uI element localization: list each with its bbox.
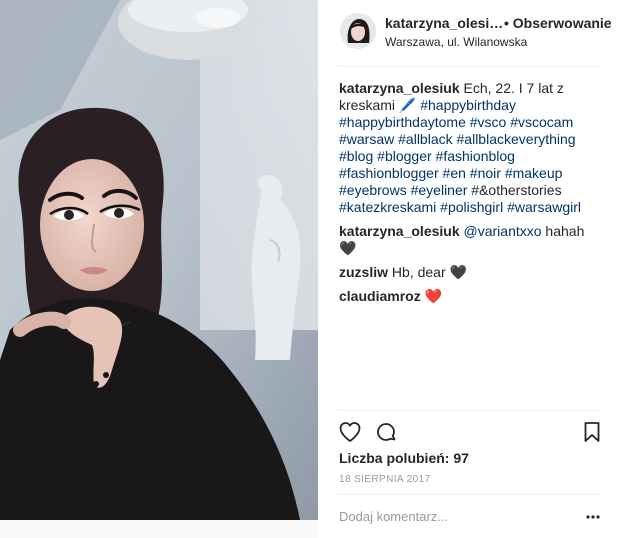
hashtag-link[interactable]: @variantxxo xyxy=(464,223,542,239)
post-photo-image xyxy=(0,0,318,520)
hashtag-link[interactable]: #allblackeverything xyxy=(457,131,576,147)
post-author-username[interactable]: katarzyna_olesi… xyxy=(385,15,503,31)
post-photo[interactable] xyxy=(0,0,318,520)
hashtag-link[interactable]: #happybirthdaytome xyxy=(339,114,466,130)
comment-text: ❤️ xyxy=(424,288,443,304)
hashtag-link[interactable]: #katezkreskami xyxy=(339,199,436,215)
avatar-image xyxy=(340,13,376,49)
comments-list: katarzyna_olesiuk Ech, 22. I 7 lat z kre… xyxy=(339,80,601,312)
add-comment-section xyxy=(339,508,601,528)
hashtag-link[interactable]: #fashionblogger xyxy=(339,165,439,181)
heart-outline-icon[interactable] xyxy=(338,420,362,444)
hashtag-link[interactable]: #noir xyxy=(470,165,501,181)
comment-username[interactable]: katarzyna_olesiuk xyxy=(339,223,460,239)
comment-box-divider xyxy=(338,494,600,495)
post-header: katarzyna_olesi… • Obserwowanie Warszawa… xyxy=(318,0,620,64)
add-comment-input[interactable] xyxy=(339,509,569,524)
hashtag-link[interactable]: #happybirthday xyxy=(420,97,516,113)
comment-text: Hb, dear 🖤 xyxy=(391,264,467,280)
hashtag-link[interactable]: #makeup xyxy=(505,165,563,181)
comment-item: katarzyna_olesiuk Ech, 22. I 7 lat z kre… xyxy=(339,80,601,216)
actions-divider xyxy=(338,410,600,411)
hashtag-link[interactable]: #warsawgirl xyxy=(507,199,581,215)
hashtag-link[interactable]: #blogger xyxy=(377,148,432,164)
hashtag-link[interactable]: #warsaw xyxy=(339,131,394,147)
hashtag-link[interactable]: #vsco xyxy=(470,114,507,130)
comment-username[interactable]: zuzsliw xyxy=(339,264,388,280)
speech-bubble-icon[interactable] xyxy=(374,420,398,444)
comment-item: claudiamroz ❤️ xyxy=(339,288,601,305)
bookmark-icon[interactable] xyxy=(580,420,604,444)
avatar[interactable] xyxy=(340,13,376,49)
hashtag-link[interactable]: #en xyxy=(443,165,466,181)
comment-text: #&otherstories xyxy=(467,182,562,198)
comment-username[interactable]: katarzyna_olesiuk xyxy=(339,80,460,96)
comment-item: katarzyna_olesiuk @variantxxo hahah 🖤 xyxy=(339,223,601,257)
photo-bottom-strip xyxy=(0,520,318,538)
following-button[interactable]: • Obserwowanie xyxy=(504,15,612,31)
header-divider xyxy=(338,66,600,67)
hashtag-link[interactable]: #eyebrows xyxy=(339,182,407,198)
likes-count[interactable]: Liczba polubień: 97 xyxy=(339,450,469,466)
post-location[interactable]: Warszawa, ul. Wilanowska xyxy=(385,35,527,49)
hashtag-link[interactable]: #eyeliner xyxy=(411,182,468,198)
post-date[interactable]: 18 SIERPNIA 2017 xyxy=(339,474,430,485)
more-options-icon[interactable] xyxy=(585,510,601,524)
hashtag-link[interactable]: #blog xyxy=(339,148,373,164)
action-bar xyxy=(338,420,600,444)
hashtag-link[interactable]: #polishgirl xyxy=(440,199,503,215)
hashtag-link[interactable]: #fashionblog xyxy=(436,148,515,164)
comment-username[interactable]: claudiamroz xyxy=(339,288,421,304)
post-side-panel: katarzyna_olesi… • Obserwowanie Warszawa… xyxy=(318,0,620,538)
hashtag-link[interactable]: #allblack xyxy=(398,131,452,147)
hashtag-link[interactable]: #vscocam xyxy=(510,114,573,130)
comment-item: zuzsliw Hb, dear 🖤 xyxy=(339,264,601,281)
